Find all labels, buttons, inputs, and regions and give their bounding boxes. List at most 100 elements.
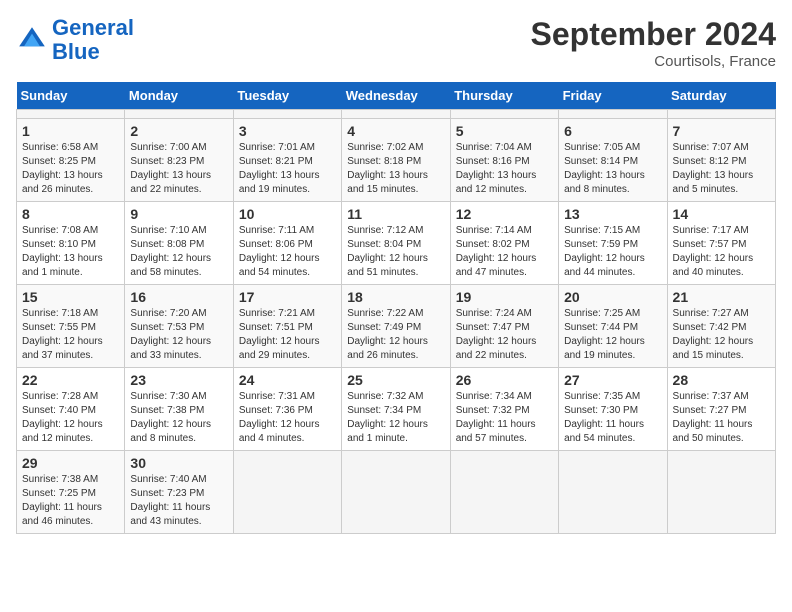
day-info: Sunrise: 7:08 AM Sunset: 8:10 PM Dayligh… <box>22 224 119 280</box>
day-info: Sunrise: 7:37 AM Sunset: 7:27 PM Dayligh… <box>673 390 770 446</box>
calendar-cell: 7Sunrise: 7:07 AM Sunset: 8:12 PM Daylig… <box>667 119 775 202</box>
calendar-week-2: 8 Sunrise: 7:08 AM Sunset: 8:10 PM Daylig… <box>17 202 776 285</box>
day-number: 7 <box>673 123 770 139</box>
calendar-cell <box>667 451 775 534</box>
day-info: Sunrise: 7:01 AM Sunset: 8:21 PM Dayligh… <box>239 141 336 197</box>
calendar-cell: 19Sunrise: 7:24 AM Sunset: 7:47 PM Dayli… <box>450 285 558 368</box>
calendar-cell: 29 Sunrise: 7:38 AM Sunset: 7:25 PM Dayli… <box>17 451 125 534</box>
weekday-header-monday: Monday <box>125 82 233 110</box>
logo-icon <box>16 24 48 56</box>
day-info: Sunrise: 7:11 AM Sunset: 8:06 PM Dayligh… <box>239 224 336 280</box>
calendar-cell: 26Sunrise: 7:34 AM Sunset: 7:32 PM Dayli… <box>450 368 558 451</box>
day-info: Sunrise: 7:30 AM Sunset: 7:38 PM Dayligh… <box>130 390 227 446</box>
day-info: Sunrise: 7:18 AM Sunset: 7:55 PM Dayligh… <box>22 307 119 363</box>
day-number: 20 <box>564 289 661 305</box>
calendar-week-4: 22Sunrise: 7:28 AM Sunset: 7:40 PM Dayli… <box>17 368 776 451</box>
calendar-cell: 30 Sunrise: 7:40 AM Sunset: 7:23 PM Dayli… <box>125 451 233 534</box>
calendar-cell: 6Sunrise: 7:05 AM Sunset: 8:14 PM Daylig… <box>559 119 667 202</box>
calendar-cell <box>559 451 667 534</box>
calendar-cell: 2Sunrise: 7:00 AM Sunset: 8:23 PM Daylig… <box>125 119 233 202</box>
day-info: Sunrise: 7:38 AM Sunset: 7:25 PM Dayligh… <box>22 473 119 529</box>
calendar-cell: 27Sunrise: 7:35 AM Sunset: 7:30 PM Dayli… <box>559 368 667 451</box>
day-info: Sunrise: 7:10 AM Sunset: 8:08 PM Dayligh… <box>130 224 227 280</box>
day-number: 14 <box>673 206 770 222</box>
calendar-week-5: 29 Sunrise: 7:38 AM Sunset: 7:25 PM Dayli… <box>17 451 776 534</box>
day-number: 24 <box>239 372 336 388</box>
calendar-cell: 8 Sunrise: 7:08 AM Sunset: 8:10 PM Daylig… <box>17 202 125 285</box>
day-info: Sunrise: 7:27 AM Sunset: 7:42 PM Dayligh… <box>673 307 770 363</box>
day-number: 28 <box>673 372 770 388</box>
day-info: Sunrise: 7:17 AM Sunset: 7:57 PM Dayligh… <box>673 224 770 280</box>
day-number: 30 <box>130 455 227 471</box>
day-number: 8 <box>22 206 119 222</box>
calendar-cell: 3Sunrise: 7:01 AM Sunset: 8:21 PM Daylig… <box>233 119 341 202</box>
day-number: 2 <box>130 123 227 139</box>
calendar-cell: 15 Sunrise: 7:18 AM Sunset: 7:55 PM Dayli… <box>17 285 125 368</box>
day-number: 17 <box>239 289 336 305</box>
calendar-week-3: 15 Sunrise: 7:18 AM Sunset: 7:55 PM Dayli… <box>17 285 776 368</box>
day-number: 10 <box>239 206 336 222</box>
day-number: 26 <box>456 372 553 388</box>
day-number: 5 <box>456 123 553 139</box>
weekday-header-thursday: Thursday <box>450 82 558 110</box>
calendar-cell: 23 Sunrise: 7:30 AM Sunset: 7:38 PM Dayli… <box>125 368 233 451</box>
calendar-cell: 16Sunrise: 7:20 AM Sunset: 7:53 PM Dayli… <box>125 285 233 368</box>
day-info: Sunrise: 7:04 AM Sunset: 8:16 PM Dayligh… <box>456 141 553 197</box>
calendar-cell <box>450 451 558 534</box>
day-number: 22 <box>22 372 119 388</box>
day-number: 21 <box>673 289 770 305</box>
day-number: 25 <box>347 372 444 388</box>
day-info: Sunrise: 7:32 AM Sunset: 7:34 PM Dayligh… <box>347 390 444 446</box>
location: Courtisols, France <box>531 53 776 70</box>
day-info: Sunrise: 7:40 AM Sunset: 7:23 PM Dayligh… <box>130 473 227 529</box>
page-header: General Blue September 2024 Courtisols, … <box>16 16 776 70</box>
weekday-header-tuesday: Tuesday <box>233 82 341 110</box>
calendar-cell: 10 Sunrise: 7:11 AM Sunset: 8:06 PM Dayli… <box>233 202 341 285</box>
weekday-header-wednesday: Wednesday <box>342 82 450 110</box>
day-number: 18 <box>347 289 444 305</box>
day-info: Sunrise: 7:35 AM Sunset: 7:30 PM Dayligh… <box>564 390 661 446</box>
day-info: Sunrise: 6:58 AM Sunset: 8:25 PM Dayligh… <box>22 141 119 197</box>
calendar-cell: 4Sunrise: 7:02 AM Sunset: 8:18 PM Daylig… <box>342 119 450 202</box>
weekday-header-saturday: Saturday <box>667 82 775 110</box>
calendar-cell: 5 Sunrise: 7:04 AM Sunset: 8:16 PM Daylig… <box>450 119 558 202</box>
day-number: 23 <box>130 372 227 388</box>
day-info: Sunrise: 7:31 AM Sunset: 7:36 PM Dayligh… <box>239 390 336 446</box>
calendar-cell <box>233 110 341 119</box>
calendar-cell: 14 Sunrise: 7:17 AM Sunset: 7:57 PM Dayli… <box>667 202 775 285</box>
calendar-cell <box>450 110 558 119</box>
logo: General Blue <box>16 16 134 64</box>
calendar-cell: 21 Sunrise: 7:27 AM Sunset: 7:42 PM Dayli… <box>667 285 775 368</box>
calendar-cell <box>233 451 341 534</box>
calendar-cell: 12 Sunrise: 7:14 AM Sunset: 8:02 PM Dayli… <box>450 202 558 285</box>
calendar-cell <box>125 110 233 119</box>
day-number: 29 <box>22 455 119 471</box>
title-block: September 2024 Courtisols, France <box>531 16 776 70</box>
calendar-cell: 20 Sunrise: 7:25 AM Sunset: 7:44 PM Dayli… <box>559 285 667 368</box>
calendar-cell <box>342 451 450 534</box>
day-number: 13 <box>564 206 661 222</box>
day-info: Sunrise: 7:12 AM Sunset: 8:04 PM Dayligh… <box>347 224 444 280</box>
calendar-cell: 24 Sunrise: 7:31 AM Sunset: 7:36 PM Dayli… <box>233 368 341 451</box>
calendar-cell: 25 Sunrise: 7:32 AM Sunset: 7:34 PM Dayli… <box>342 368 450 451</box>
month-title: September 2024 <box>531 16 776 53</box>
calendar-cell <box>342 110 450 119</box>
calendar-cell <box>17 110 125 119</box>
calendar-cell: 22Sunrise: 7:28 AM Sunset: 7:40 PM Dayli… <box>17 368 125 451</box>
calendar-cell: 28 Sunrise: 7:37 AM Sunset: 7:27 PM Dayli… <box>667 368 775 451</box>
day-number: 12 <box>456 206 553 222</box>
day-number: 9 <box>130 206 227 222</box>
day-info: Sunrise: 7:22 AM Sunset: 7:49 PM Dayligh… <box>347 307 444 363</box>
calendar-cell <box>559 110 667 119</box>
day-number: 11 <box>347 206 444 222</box>
day-info: Sunrise: 7:14 AM Sunset: 8:02 PM Dayligh… <box>456 224 553 280</box>
calendar-cell: 9 Sunrise: 7:10 AM Sunset: 8:08 PM Daylig… <box>125 202 233 285</box>
day-info: Sunrise: 7:20 AM Sunset: 7:53 PM Dayligh… <box>130 307 227 363</box>
calendar-week-1: 1Sunrise: 6:58 AM Sunset: 8:25 PM Daylig… <box>17 119 776 202</box>
day-info: Sunrise: 7:15 AM Sunset: 7:59 PM Dayligh… <box>564 224 661 280</box>
day-number: 15 <box>22 289 119 305</box>
calendar-cell: 1Sunrise: 6:58 AM Sunset: 8:25 PM Daylig… <box>17 119 125 202</box>
day-info: Sunrise: 7:25 AM Sunset: 7:44 PM Dayligh… <box>564 307 661 363</box>
day-number: 4 <box>347 123 444 139</box>
calendar-cell: 17Sunrise: 7:21 AM Sunset: 7:51 PM Dayli… <box>233 285 341 368</box>
